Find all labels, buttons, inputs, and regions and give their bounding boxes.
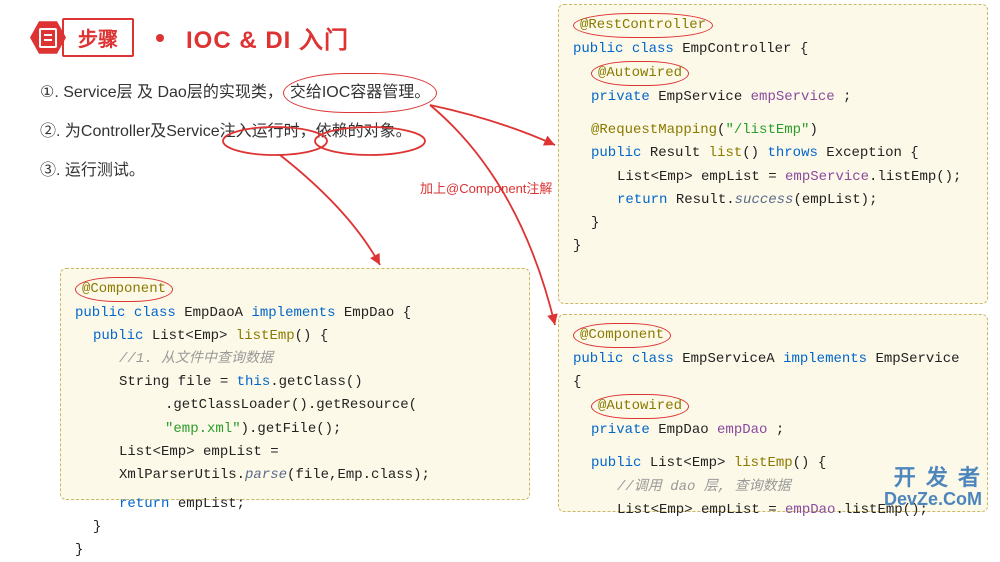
bullet-icon xyxy=(156,34,164,42)
anno-autowired-svc: @Autowired xyxy=(591,394,689,419)
page-title: IOC & DI 入门 xyxy=(186,20,349,55)
anno-component-svc: @Component xyxy=(573,323,671,348)
watermark: 开 发 者 DevZe.CoM xyxy=(884,466,982,510)
note-component: 加上@Component注解 xyxy=(420,178,552,197)
anno-autowired-ctrl: @Autowired xyxy=(591,61,689,86)
code-controller: @RestController public class EmpControll… xyxy=(558,4,988,304)
step1-highlight: 交给IOC容器管理。 xyxy=(283,73,437,113)
steps-icon xyxy=(30,20,66,56)
code-dao: @Component public class EmpDaoA implemen… xyxy=(60,268,530,500)
anno-component: @Component xyxy=(75,277,173,302)
badge-steps: 步骤 xyxy=(62,18,134,57)
anno-restcontroller: @RestController xyxy=(573,13,713,38)
